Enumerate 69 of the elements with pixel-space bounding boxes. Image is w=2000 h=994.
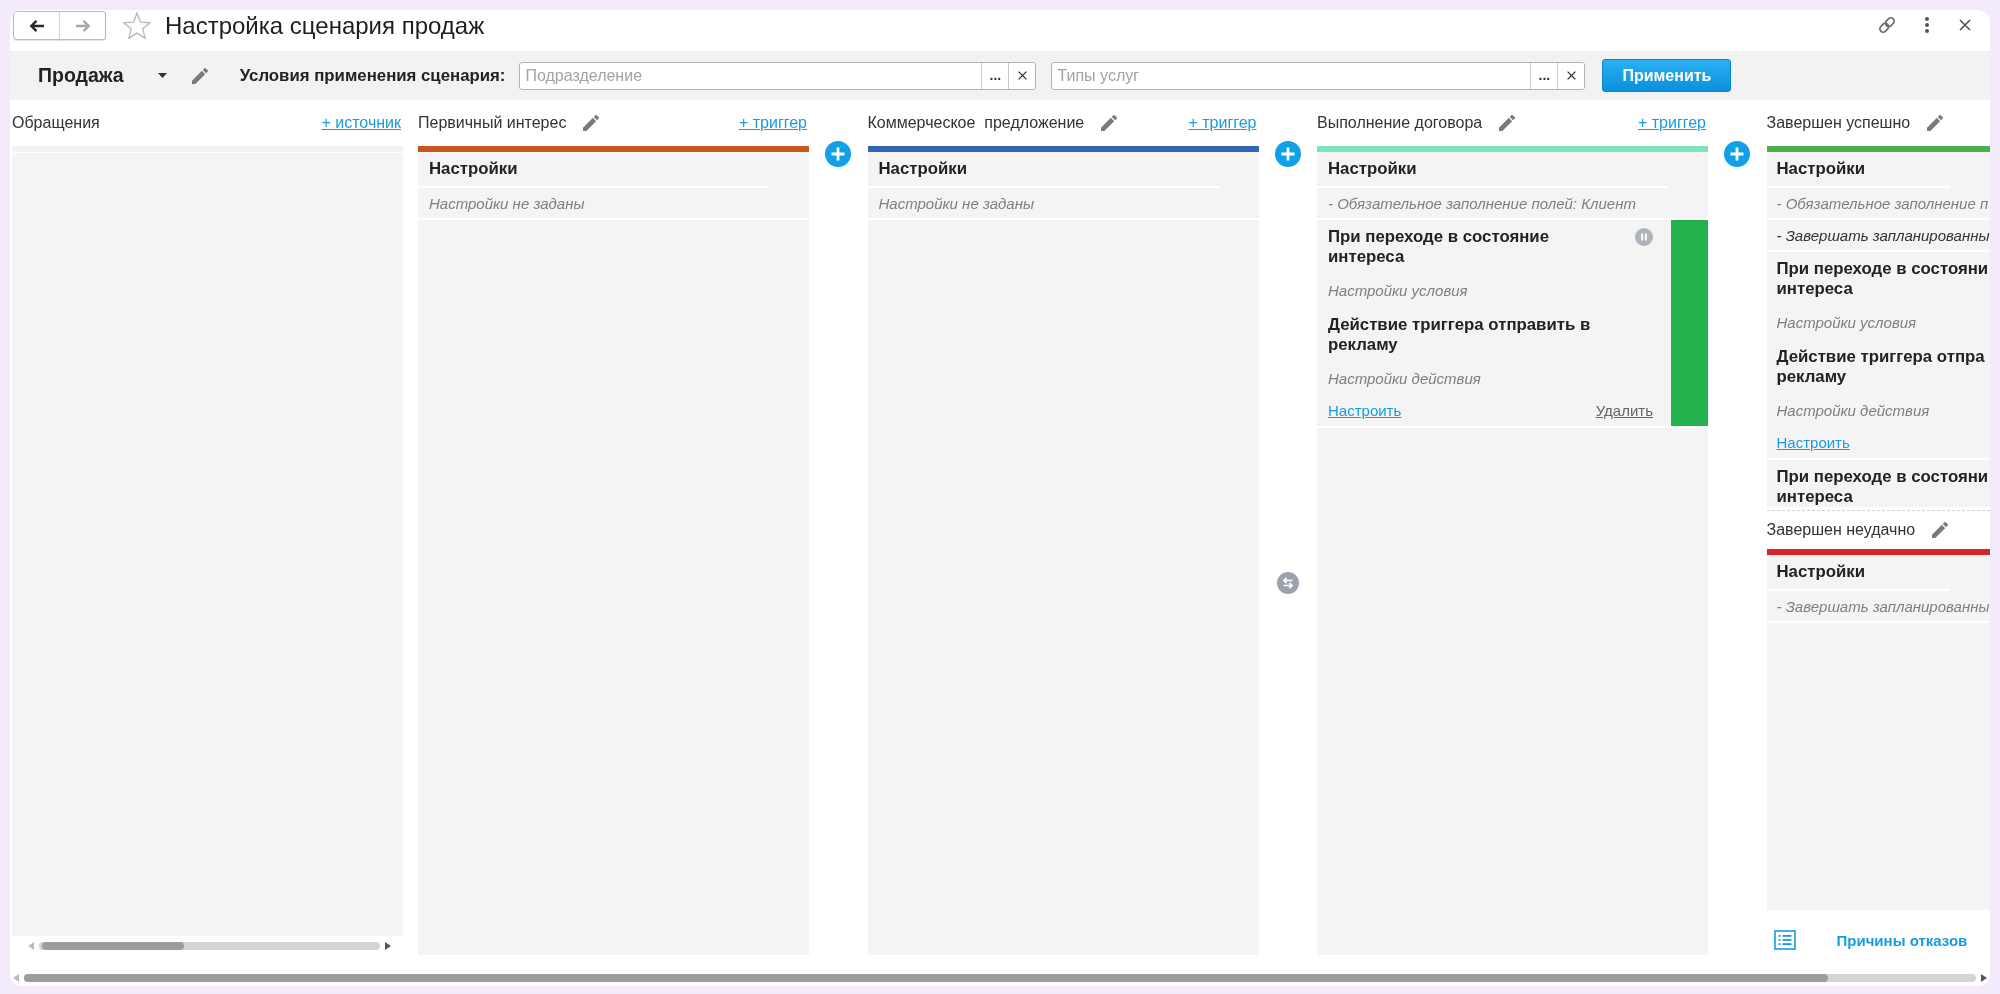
stage-title: Завершен неудачно (1766, 521, 1916, 539)
add-trigger-link[interactable]: + триггер (1188, 114, 1257, 132)
pencil-icon[interactable] (583, 115, 600, 131)
pencil-icon[interactable] (1932, 522, 1949, 538)
close-icon[interactable] (1959, 19, 1971, 31)
clear-button[interactable] (1557, 62, 1585, 89)
cross-icon (1017, 71, 1027, 80)
settings-heading: Настройки (1776, 159, 1866, 179)
list-icon[interactable] (1773, 930, 1796, 950)
back-button[interactable] (13, 11, 60, 40)
rejection-reasons-link[interactable]: Причины отказов (1836, 931, 1968, 949)
settings-note: - Обязательное заполнение полей: Клиент (1328, 194, 1636, 212)
condition-note: Настройки условия (1328, 281, 1468, 301)
caret-icon (157, 73, 167, 78)
pencil-icon[interactable] (1101, 115, 1118, 131)
add-trigger-link[interactable]: + триггер (1637, 114, 1706, 132)
settings-note: Настройки не заданы (429, 194, 585, 212)
window-title: Настройка сценария продаж (165, 11, 485, 41)
left-triangle-icon[interactable] (13, 974, 19, 982)
clear-button[interactable] (1008, 62, 1036, 89)
apply-button[interactable]: Применить (1602, 59, 1732, 92)
action-title: Действие триггера отпра рекламу (1776, 347, 1985, 387)
pencil-icon[interactable] (1927, 115, 1944, 131)
action-note: Настройки действия (1776, 401, 1930, 421)
settings-heading: Настройки (429, 159, 518, 179)
trigger-title: При переходе в состояние интереса (1328, 227, 1549, 267)
stage-title: Выполнение договора (1317, 114, 1483, 132)
action-title: Действие триггера отправить в рекламу (1328, 315, 1591, 355)
pencil-icon[interactable] (191, 67, 208, 84)
right-arrow-icon (74, 18, 91, 33)
add-trigger-link[interactable]: + триггер (738, 114, 807, 132)
filter-field[interactable]: Подразделение ... (519, 61, 1037, 90)
settings-heading: Настройки (1776, 562, 1866, 582)
trigger-title: При переходе в состояни интереса (1776, 467, 1989, 507)
pencil-icon[interactable] (1499, 115, 1516, 131)
left-triangle-icon[interactable] (28, 941, 34, 950)
configure-link[interactable]: Настроить (1776, 433, 1850, 453)
right-triangle-icon[interactable] (385, 941, 391, 950)
stage-title: Коммерческое предложение (867, 114, 1085, 132)
swap-icon[interactable] (1276, 572, 1299, 594)
delete-link[interactable]: Удалить (1595, 401, 1653, 421)
plus-icon[interactable] (825, 141, 852, 167)
settings-note: - Завершать запланированны (1776, 597, 1990, 615)
settings-note: - Обязательное заполнение п (1776, 194, 1989, 212)
plus-icon[interactable] (1724, 141, 1751, 167)
stage-title: Первичный интерес (418, 114, 567, 132)
pause-icon[interactable] (1635, 228, 1653, 246)
column-title: Обращения (12, 114, 100, 132)
action-note: Настройки действия (1328, 369, 1481, 389)
filter-field[interactable]: Типы услуг ... (1051, 61, 1586, 90)
link-icon[interactable] (1877, 15, 1897, 35)
scenario-select[interactable]: Продажа (38, 61, 167, 90)
cross-icon (1566, 71, 1576, 80)
trigger-title: При переходе в состояни интереса (1776, 259, 1989, 299)
right-triangle-icon[interactable] (1981, 974, 1987, 982)
condition-note: Настройки условия (1776, 313, 1917, 333)
stage-title: Завершен успешно (1766, 114, 1911, 132)
settings-note: - Завершать запланированны (1776, 226, 1990, 244)
conditions-label: Условия применения сценария: (239, 65, 506, 86)
scrollbar-thumb[interactable] (42, 941, 184, 950)
more-icon[interactable] (1925, 17, 1929, 33)
star-icon[interactable] (122, 12, 152, 40)
settings-note: Настройки не заданы (878, 194, 1034, 212)
settings-heading: Настройки (878, 159, 968, 179)
settings-heading: Настройки (1328, 159, 1417, 179)
configure-link[interactable]: Настроить (1328, 401, 1402, 421)
left-arrow-icon (28, 18, 45, 33)
plus-icon[interactable] (1274, 141, 1301, 167)
add-source-link[interactable]: + источник (321, 114, 401, 132)
